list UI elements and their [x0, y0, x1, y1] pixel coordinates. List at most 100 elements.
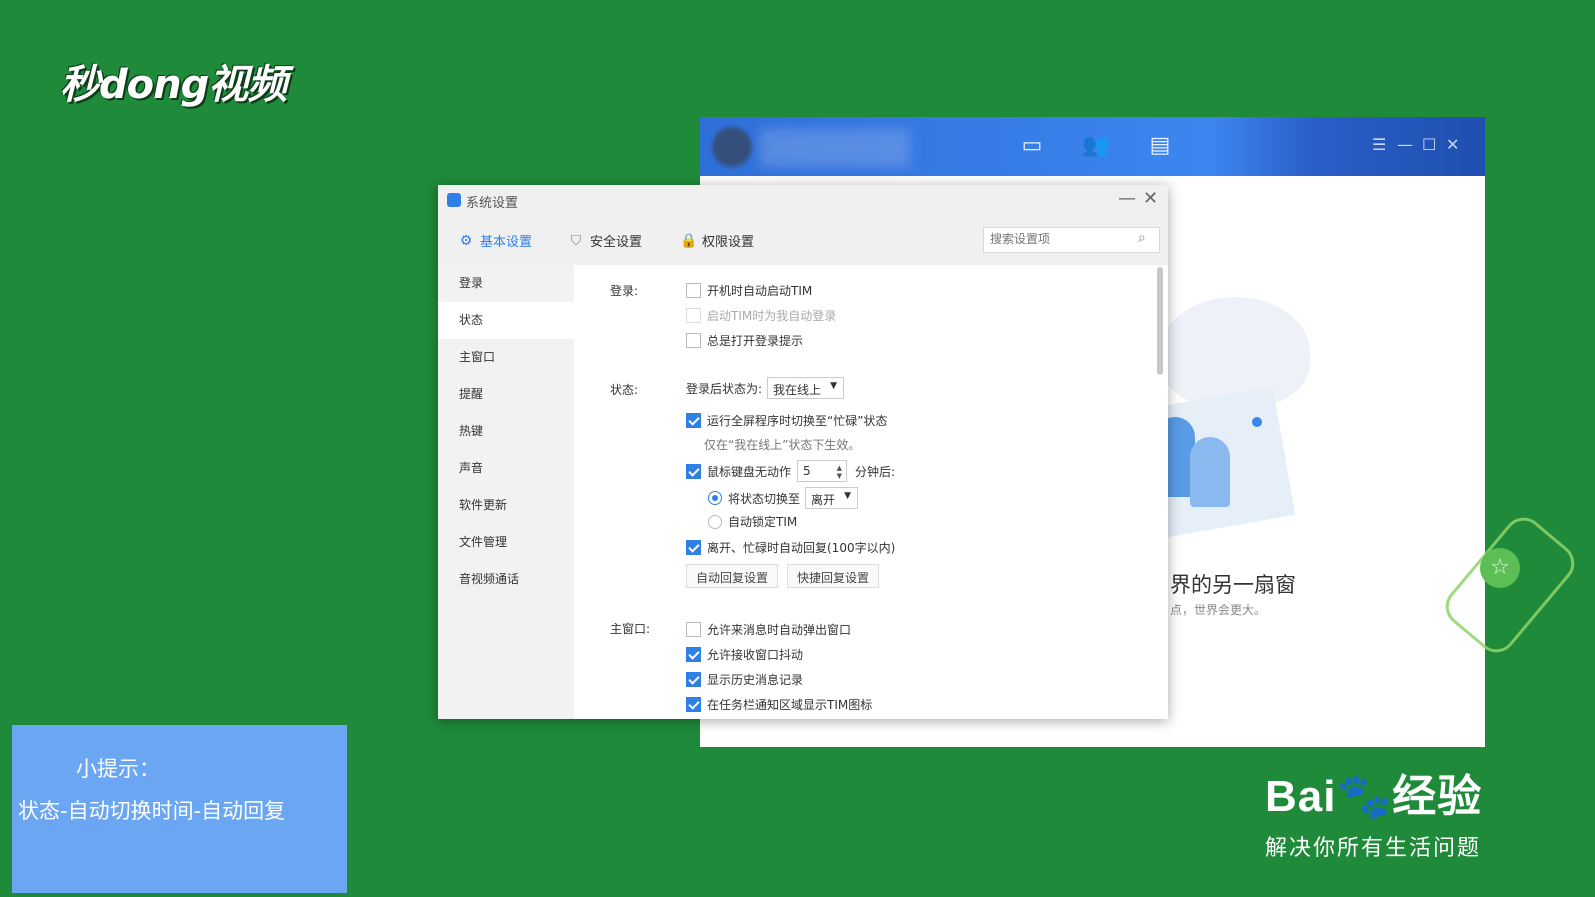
auto-popup-checkbox[interactable] — [686, 622, 701, 637]
tab-permission-settings[interactable]: 🔒 权限设置 — [680, 231, 754, 251]
tip-text: 状态-自动切换时间-自动回复 — [18, 799, 286, 823]
tip-box: 小提示： 状态-自动切换时间-自动回复 — [12, 725, 347, 893]
video-logo: 秒dong视频 — [60, 62, 287, 108]
option-label: 将状态切换至 — [728, 491, 801, 506]
reply-buttons: 自动回复设置 快捷回复设置 — [686, 564, 986, 590]
history-option[interactable]: 显示历史消息记录 — [686, 671, 803, 688]
tray-icon-checkbox[interactable] — [686, 697, 701, 712]
avatar[interactable] — [712, 127, 752, 167]
sidebar-item-hotkeys[interactable]: 热键 — [438, 413, 574, 450]
sidebar-item-login[interactable]: 登录 — [438, 265, 574, 302]
tab-label: 安全设置 — [590, 235, 643, 250]
auto-reply-checkbox[interactable] — [686, 540, 701, 555]
files-icon[interactable]: ▤ — [1146, 133, 1174, 159]
menu-icon[interactable]: ☰ — [1372, 135, 1386, 155]
login-tip-checkbox[interactable] — [686, 333, 701, 348]
star-icon: ☆ — [1480, 548, 1520, 588]
arrow-up-icon[interactable]: ▲ — [837, 464, 842, 472]
auto-lock-option[interactable]: 自动锁定TIM — [708, 513, 797, 530]
idle-checkbox[interactable] — [686, 463, 701, 479]
auto-start-checkbox[interactable] — [686, 283, 701, 298]
switch-status-select[interactable]: 离开 ▼ — [805, 487, 859, 509]
tab-basic-settings[interactable]: ⚙ 基本设置 — [458, 231, 533, 251]
baidu-watermark: Bai🐾经验 解决你所有生活问题 — [1265, 760, 1482, 862]
sidebar-item-reminder[interactable]: 提醒 — [438, 376, 574, 413]
window-shake-option[interactable]: 允许接收窗口抖动 — [686, 646, 803, 663]
after-login-status-row: 登录后状态为: 我在线上 ▼ — [686, 377, 845, 399]
paw-icon: 🐾 — [1336, 772, 1393, 821]
option-label: 允许接收窗口抖动 — [707, 648, 804, 662]
idle-suffix: 分钟后: — [855, 464, 896, 479]
sidebar-item-sound[interactable]: 声音 — [438, 450, 574, 487]
idle-option-row: 鼠标键盘无动作 5 ▲ ▼ 分钟后: — [686, 460, 895, 482]
auto-popup-option[interactable]: 允许来消息时自动弹出窗口 — [686, 621, 851, 638]
after-login-label: 登录后状态为: — [686, 381, 763, 396]
sidebar-item-av-call[interactable]: 音视频通话 — [438, 561, 574, 598]
tab-bar: ⚙ 基本设置 ⛉ 安全设置 🔒 权限设置 ⌕ — [438, 217, 1168, 265]
shield-icon: ⛉ — [570, 232, 582, 249]
chevron-down-icon: ▼ — [844, 491, 852, 501]
tim-slogan: 界的另一扇窗 — [1170, 573, 1296, 597]
option-label: 开机时自动启动TIM — [707, 284, 813, 298]
dialog-titlebar: 系统设置 — ✕ — [438, 185, 1168, 217]
option-label: 鼠标键盘无动作 — [707, 464, 792, 479]
search-icon[interactable]: ⌕ — [1138, 230, 1146, 246]
illustration-cloud — [1160, 297, 1310, 407]
scrollbar[interactable] — [1152, 265, 1168, 719]
select-value: 离开 — [811, 493, 836, 507]
message-icon[interactable]: ▭ — [1018, 133, 1046, 159]
tab-security-settings[interactable]: ⛉ 安全设置 — [568, 231, 643, 251]
login-tip-option[interactable]: 总是打开登录提示 — [686, 332, 803, 349]
sidebar-item-status[interactable]: 状态 — [438, 302, 574, 339]
sidebar-item-file-management[interactable]: 文件管理 — [438, 524, 574, 561]
app-icon — [447, 193, 461, 207]
auto-reply-settings-button[interactable]: 自动回复设置 — [686, 564, 779, 588]
minimize-icon[interactable]: — — [1118, 188, 1136, 209]
idle-minutes-stepper[interactable]: 5 ▲ ▼ — [797, 460, 848, 482]
section-label-main-window: 主窗口: — [610, 622, 651, 636]
scrollbar-thumb[interactable] — [1157, 267, 1163, 375]
after-login-status-select[interactable]: 我在线上 ▼ — [767, 377, 845, 399]
settings-dialog: 系统设置 — ✕ ⚙ 基本设置 ⛉ 安全设置 🔒 权限设置 ⌕ 登录 状态 主窗… — [438, 185, 1168, 719]
chevron-down-icon: ▼ — [830, 381, 838, 391]
close-icon[interactable]: ✕ — [1143, 188, 1158, 209]
baidu-brand: Bai — [1265, 772, 1337, 821]
select-value: 我在线上 — [773, 383, 822, 397]
window-shake-checkbox[interactable] — [686, 647, 701, 662]
search-box[interactable]: ⌕ — [983, 227, 1160, 253]
option-label: 显示历史消息记录 — [707, 673, 804, 687]
dialog-title: 系统设置 — [466, 196, 519, 211]
section-label-status: 状态: — [610, 383, 639, 397]
history-checkbox[interactable] — [686, 672, 701, 687]
option-label: 允许来消息时自动弹出窗口 — [707, 623, 852, 637]
fullscreen-busy-option[interactable]: 运行全屏程序时切换至“忙碌”状态 — [686, 412, 887, 429]
fullscreen-busy-checkbox[interactable] — [686, 413, 701, 428]
close-icon[interactable]: ✕ — [1446, 135, 1459, 155]
tim-sub-slogan: 点，世界会更大。 — [1170, 603, 1267, 617]
contacts-icon[interactable]: 👥 — [1082, 133, 1110, 159]
baidu-logo: Bai🐾经验 — [1265, 760, 1482, 824]
auto-login-option[interactable]: 启动TIM时为我自动登录 — [686, 307, 836, 324]
quick-reply-settings-button[interactable]: 快捷回复设置 — [787, 564, 880, 588]
auto-lock-radio[interactable] — [708, 514, 722, 529]
blurred-username — [760, 129, 910, 167]
illustration-dot — [1252, 417, 1262, 427]
option-label: 运行全屏程序时切换至“忙碌”状态 — [707, 414, 888, 428]
arrow-down-icon[interactable]: ▼ — [837, 472, 842, 480]
switch-status-radio[interactable] — [708, 491, 722, 505]
search-input[interactable] — [990, 232, 1130, 246]
option-label: 启动TIM时为我自动登录 — [707, 309, 837, 323]
stepper-value: 5 — [803, 464, 811, 478]
tray-icon-option[interactable]: 在任务栏通知区域显示TIM图标 — [686, 696, 872, 713]
maximize-icon[interactable]: ☐ — [1422, 135, 1436, 155]
minimize-icon[interactable]: — — [1397, 135, 1413, 155]
auto-reply-option[interactable]: 离开、忙碌时自动回复(100字以内) — [686, 539, 895, 556]
gear-icon: ⚙ — [459, 232, 473, 249]
sidebar-item-main-window[interactable]: 主窗口 — [438, 339, 574, 376]
tab-label: 基本设置 — [480, 235, 533, 250]
lock-icon: 🔒 — [680, 232, 698, 249]
auto-start-option[interactable]: 开机时自动启动TIM — [686, 282, 812, 299]
sidebar-item-update[interactable]: 软件更新 — [438, 487, 574, 524]
option-label: 在任务栏通知区域显示TIM图标 — [707, 698, 873, 712]
auto-login-checkbox[interactable] — [686, 308, 701, 323]
